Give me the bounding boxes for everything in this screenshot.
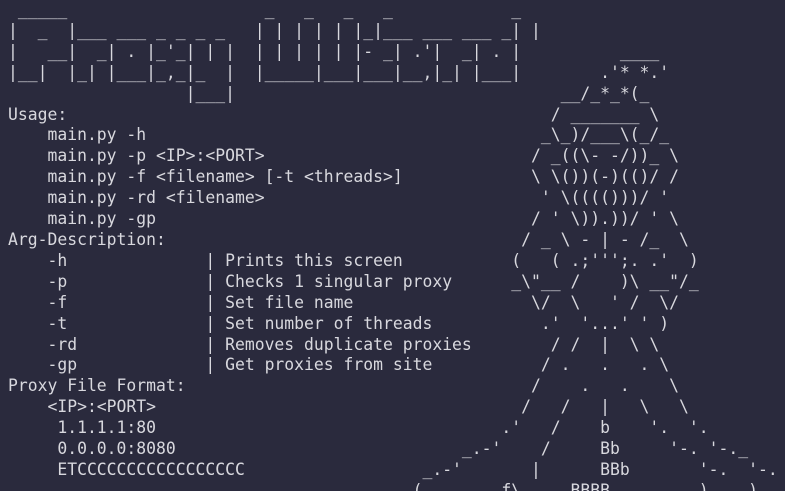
proxy-format-line: ETCCCCCCCCCCCCCCCCC _.-' | BBb '-. '-. [8, 459, 778, 479]
usage-heading: Usage: / _______ \ [8, 104, 660, 124]
arg-description-line: -rd | Removes duplicate proxies / / | \ … [8, 334, 660, 354]
arg-description-line: -p | Checks 1 singular proxy _\"__ / )\ … [8, 271, 699, 291]
usage-line: main.py -h _\_)/___\(_/_ [8, 125, 670, 145]
usage-line: main.py -p <IP>:<PORT> / _((\- -/))_ \ [8, 146, 680, 166]
arg-description-heading: Arg-Description: / _ \ - | - /_ \ [8, 229, 689, 249]
ascii-banner-line: _____ _ _ _ _ _ [8, 0, 522, 19]
ascii-art-line: (________f\_____BBBB_________)____) [8, 480, 758, 491]
proxy-format-line: <IP>:<PORT> / / | \ \ [8, 397, 689, 417]
ascii-banner-line: |___| __/_*_*(_ [8, 83, 650, 103]
arg-description-line: -f | Set file name \/ \ ' / \/ [8, 292, 680, 312]
terminal-window[interactable]: _____ _ _ _ _ _ | _ |___ ___ _ _ _ _ | |… [0, 0, 785, 491]
terminal-output: _____ _ _ _ _ _ | _ |___ ___ _ _ _ _ | |… [8, 0, 778, 491]
proxy-format-line: 1.1.1.1:80 .' / b '. '. [8, 418, 709, 438]
arg-description-line: -gp | Get proxies from site / . . . \ [8, 355, 670, 375]
arg-description-line: -t | Set number of threads .' '...' ' ) [8, 313, 670, 333]
ascii-banner-line: |__| |_| |___|_,_|_ | |_____|___|___|__,… [8, 62, 670, 82]
ascii-banner-line: | __| _| . |_'_| | | | | | | | |- _| .'|… [8, 41, 660, 61]
usage-line: main.py -gp / ' \)).))/ ' \ [8, 209, 680, 229]
proxy-format-heading: Proxy File Format: / . . \ [8, 376, 680, 396]
usage-line: main.py -rd <filename> ' \(((()))/ ' [8, 188, 670, 208]
usage-line: main.py -f <filename> [-t <threads>] \ \… [8, 167, 680, 187]
proxy-format-line: 0.0.0.0:8080 _.-' / Bb '-. '-._ [8, 439, 749, 459]
ascii-banner-line: | _ |___ ___ _ _ _ _ | | | | | |_|___ __… [8, 20, 541, 40]
arg-description-line: -h | Prints this screen ( ( .;''';. .' ) [8, 250, 699, 270]
